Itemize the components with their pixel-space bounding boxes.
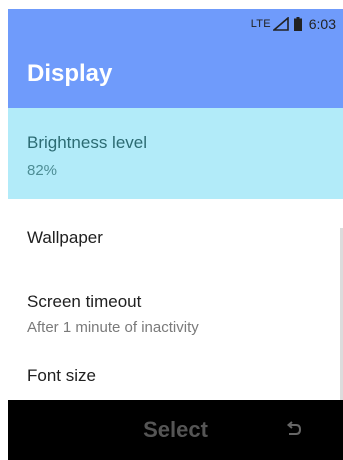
brightness-level-label: Brightness level <box>27 133 148 152</box>
brightness-level-item[interactable]: Brightness level 82% <box>8 108 343 199</box>
settings-list[interactable]: Brightness level 82% Wallpaper Screen ti… <box>8 108 343 400</box>
status-bar: LTE 6:03 <box>8 9 343 39</box>
softkey-bar: Select <box>8 400 343 460</box>
font-size-label: Font size <box>27 366 96 385</box>
screen-timeout-value: After 1 minute of inactivity <box>27 319 199 336</box>
wallpaper-label: Wallpaper <box>27 228 103 247</box>
clock: 6:03 <box>308 16 336 32</box>
network-type: LTE <box>250 18 271 30</box>
battery-icon <box>293 17 302 31</box>
screen-timeout-label: Screen timeout <box>27 292 142 311</box>
back-icon[interactable] <box>285 421 303 439</box>
brightness-level-value: 82% <box>27 162 58 179</box>
screen-timeout-item[interactable]: Screen timeout After 1 minute of inactiv… <box>8 259 343 345</box>
page-title: Display <box>27 60 113 87</box>
wallpaper-item[interactable]: Wallpaper <box>8 199 343 259</box>
signal-icon <box>272 17 289 31</box>
font-size-item[interactable]: Font size <box>8 345 343 400</box>
app-bar: Display <box>8 39 343 108</box>
